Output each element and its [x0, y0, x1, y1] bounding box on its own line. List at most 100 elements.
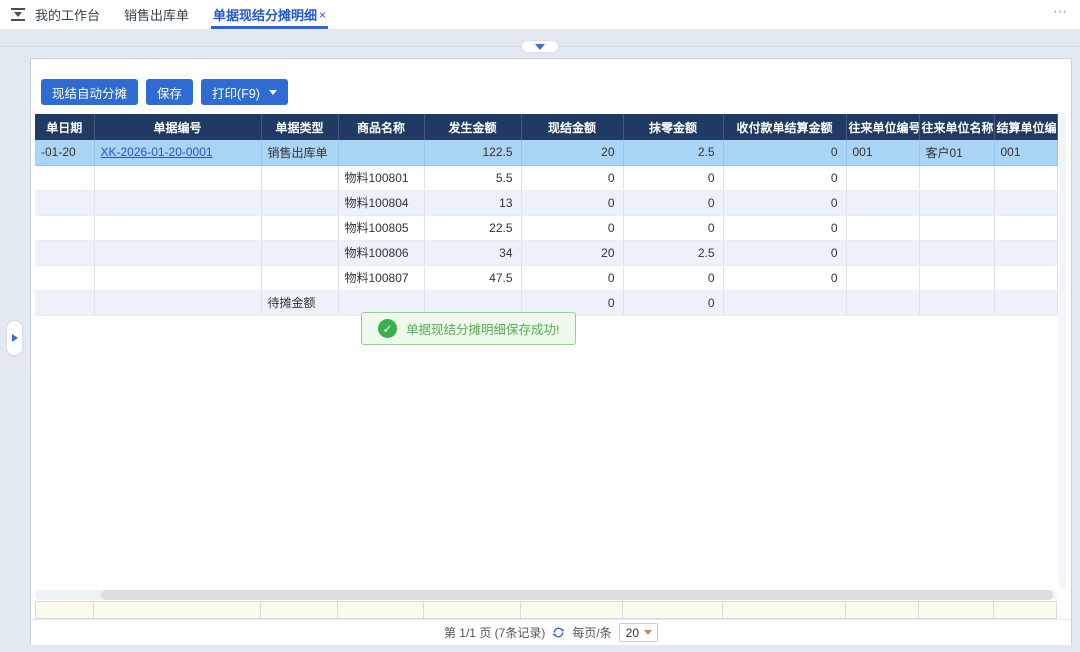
- cell[interactable]: 0: [723, 140, 846, 165]
- cell[interactable]: [846, 165, 919, 190]
- table-row[interactable]: 物料1008015.5000: [35, 165, 1057, 190]
- summary-cell: [994, 601, 1057, 619]
- cell[interactable]: 客户01: [919, 140, 994, 165]
- cell[interactable]: [261, 265, 338, 290]
- table-row[interactable]: 物料10080747.5000: [35, 265, 1057, 290]
- cell[interactable]: 22.5: [424, 215, 521, 240]
- cell[interactable]: 物料100805: [338, 215, 424, 240]
- cell[interactable]: -01-20: [35, 140, 94, 165]
- cell[interactable]: 0: [723, 215, 846, 240]
- cell[interactable]: 0: [723, 240, 846, 265]
- cell[interactable]: [846, 265, 919, 290]
- cell[interactable]: 001: [846, 140, 919, 165]
- cell[interactable]: [919, 215, 994, 240]
- vertical-scrollbar[interactable]: [1059, 114, 1066, 590]
- cell[interactable]: [846, 290, 919, 315]
- summary-cell: [94, 601, 261, 619]
- cell[interactable]: [994, 165, 1057, 190]
- cell[interactable]: [338, 140, 424, 165]
- table-row[interactable]: 物料10080634202.50: [35, 240, 1057, 265]
- cell[interactable]: [919, 240, 994, 265]
- horizontal-scrollbar-thumb[interactable]: [101, 590, 1053, 600]
- cell[interactable]: [919, 290, 994, 315]
- cell[interactable]: [919, 165, 994, 190]
- cell[interactable]: [35, 265, 94, 290]
- cell[interactable]: [261, 165, 338, 190]
- cell[interactable]: 物料100804: [338, 190, 424, 215]
- table-row[interactable]: 物料10080522.5000: [35, 215, 1057, 240]
- cell[interactable]: [35, 290, 94, 315]
- tab-sales-outbound[interactable]: 销售出库单: [122, 0, 191, 29]
- cell[interactable]: 0: [623, 265, 723, 290]
- cell[interactable]: [994, 265, 1057, 290]
- cell[interactable]: 20: [521, 240, 623, 265]
- cell[interactable]: 001: [994, 140, 1057, 165]
- print-button[interactable]: 打印(F9): [201, 79, 288, 105]
- cell[interactable]: 2.5: [623, 140, 723, 165]
- cell[interactable]: 0: [623, 215, 723, 240]
- cell[interactable]: 0: [521, 215, 623, 240]
- cell[interactable]: 0: [623, 290, 723, 315]
- menu-collapse-icon[interactable]: [10, 8, 25, 21]
- cell[interactable]: [94, 290, 261, 315]
- cell[interactable]: 20: [521, 140, 623, 165]
- cell[interactable]: [94, 165, 261, 190]
- collapse-panel-button[interactable]: [521, 40, 559, 53]
- cell[interactable]: [994, 215, 1057, 240]
- cell[interactable]: 34: [424, 240, 521, 265]
- cell[interactable]: 0: [623, 190, 723, 215]
- cell[interactable]: [94, 215, 261, 240]
- cell[interactable]: 0: [723, 190, 846, 215]
- tab-close-icon[interactable]: ×: [319, 8, 326, 22]
- per-page-dropdown[interactable]: 20: [619, 623, 658, 642]
- cell[interactable]: 0: [623, 165, 723, 190]
- refresh-icon[interactable]: [552, 626, 565, 639]
- cell[interactable]: [94, 190, 261, 215]
- save-button[interactable]: 保存: [146, 79, 193, 105]
- cell[interactable]: [846, 215, 919, 240]
- cell[interactable]: 销售出库单: [261, 140, 338, 165]
- expand-sidebar-button[interactable]: [6, 320, 23, 356]
- cell[interactable]: [94, 240, 261, 265]
- cell[interactable]: 5.5: [424, 165, 521, 190]
- cell[interactable]: [35, 165, 94, 190]
- table-row[interactable]: 物料10080413000: [35, 190, 1057, 215]
- cell[interactable]: XK-2026-01-20-0001: [94, 140, 261, 165]
- cell[interactable]: [261, 240, 338, 265]
- cell[interactable]: [35, 215, 94, 240]
- cell[interactable]: [994, 190, 1057, 215]
- cell[interactable]: [723, 290, 846, 315]
- auto-allocate-button[interactable]: 现结自动分摊: [41, 79, 138, 105]
- cell[interactable]: 0: [521, 190, 623, 215]
- cell[interactable]: 待摊金额: [261, 290, 338, 315]
- cell[interactable]: [846, 190, 919, 215]
- document-number-link[interactable]: XK-2026-01-20-0001: [101, 145, 213, 159]
- cell[interactable]: [846, 240, 919, 265]
- tab-my-workspace[interactable]: 我的工作台: [33, 0, 102, 29]
- cell[interactable]: 0: [521, 265, 623, 290]
- cell[interactable]: [35, 190, 94, 215]
- grid-container: 单日期单据编号单据类型商品名称发生金额现结金额抹零金额收付款单结算金额往来单位编…: [35, 114, 1058, 316]
- cell[interactable]: [261, 190, 338, 215]
- cell[interactable]: [261, 215, 338, 240]
- cell[interactable]: [994, 240, 1057, 265]
- cell[interactable]: [919, 190, 994, 215]
- cell[interactable]: [94, 265, 261, 290]
- cell[interactable]: 物料100806: [338, 240, 424, 265]
- horizontal-scrollbar-track[interactable]: [35, 590, 1057, 600]
- cell[interactable]: 0: [723, 265, 846, 290]
- cell[interactable]: [919, 265, 994, 290]
- cell[interactable]: 47.5: [424, 265, 521, 290]
- table-row[interactable]: -01-20XK-2026-01-20-0001销售出库单122.5202.50…: [35, 140, 1057, 165]
- cell[interactable]: 122.5: [424, 140, 521, 165]
- tab-cash-allocation-detail[interactable]: 单据现结分摊明细 ×: [211, 0, 328, 29]
- cell[interactable]: 2.5: [623, 240, 723, 265]
- cell[interactable]: 物料100807: [338, 265, 424, 290]
- cell[interactable]: 0: [521, 165, 623, 190]
- cell[interactable]: 13: [424, 190, 521, 215]
- more-icon[interactable]: ⋯: [1053, 3, 1068, 20]
- cell[interactable]: 0: [723, 165, 846, 190]
- cell[interactable]: [35, 240, 94, 265]
- cell[interactable]: 物料100801: [338, 165, 424, 190]
- cell[interactable]: [994, 290, 1057, 315]
